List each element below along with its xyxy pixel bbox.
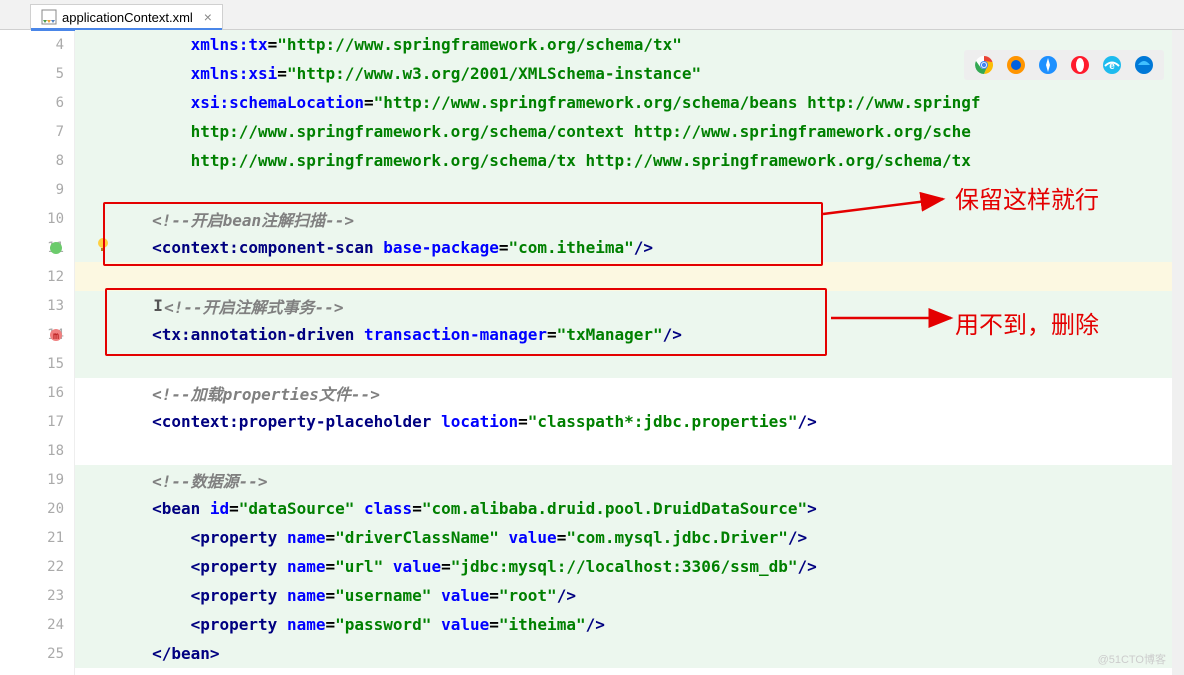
arrow-icon bbox=[831, 308, 959, 332]
editor[interactable]: 4 5 6 7 8 9 10 11 12 13 14m 15 16 17 18 … bbox=[0, 30, 1184, 675]
close-icon[interactable]: × bbox=[204, 9, 212, 25]
svg-text:e: e bbox=[1109, 61, 1115, 72]
arrow-icon bbox=[823, 194, 953, 228]
chrome-icon[interactable] bbox=[974, 55, 994, 75]
safari-icon[interactable] bbox=[1038, 55, 1058, 75]
firefox-icon[interactable] bbox=[1006, 55, 1026, 75]
opera-icon[interactable] bbox=[1070, 55, 1090, 75]
annotation-box-keep bbox=[103, 202, 823, 266]
watermark: @51CTO博客 bbox=[1098, 651, 1166, 667]
svg-text:m: m bbox=[53, 331, 59, 342]
annotation-remove: 用不到，删除 bbox=[955, 305, 1099, 340]
scrollbar[interactable] bbox=[1172, 30, 1184, 675]
annotation-box-remove bbox=[105, 288, 827, 356]
file-tab[interactable]: applicationContext.xml × bbox=[30, 4, 223, 29]
code-area[interactable]: xmlns:tx="http://www.springframework.org… bbox=[75, 30, 1184, 675]
browser-icons-toolbar: e bbox=[964, 50, 1164, 80]
annotation-keep: 保留这样就行 bbox=[955, 180, 1099, 215]
tab-filename: applicationContext.xml bbox=[62, 10, 193, 25]
method-icon: m bbox=[48, 327, 64, 343]
gutter: 4 5 6 7 8 9 10 11 12 13 14m 15 16 17 18 … bbox=[0, 30, 75, 675]
ie-icon[interactable]: e bbox=[1102, 55, 1122, 75]
bean-icon bbox=[48, 240, 64, 256]
xml-file-icon bbox=[41, 9, 57, 25]
tab-bar: applicationContext.xml × bbox=[0, 0, 1184, 30]
edge-icon[interactable] bbox=[1134, 55, 1154, 75]
